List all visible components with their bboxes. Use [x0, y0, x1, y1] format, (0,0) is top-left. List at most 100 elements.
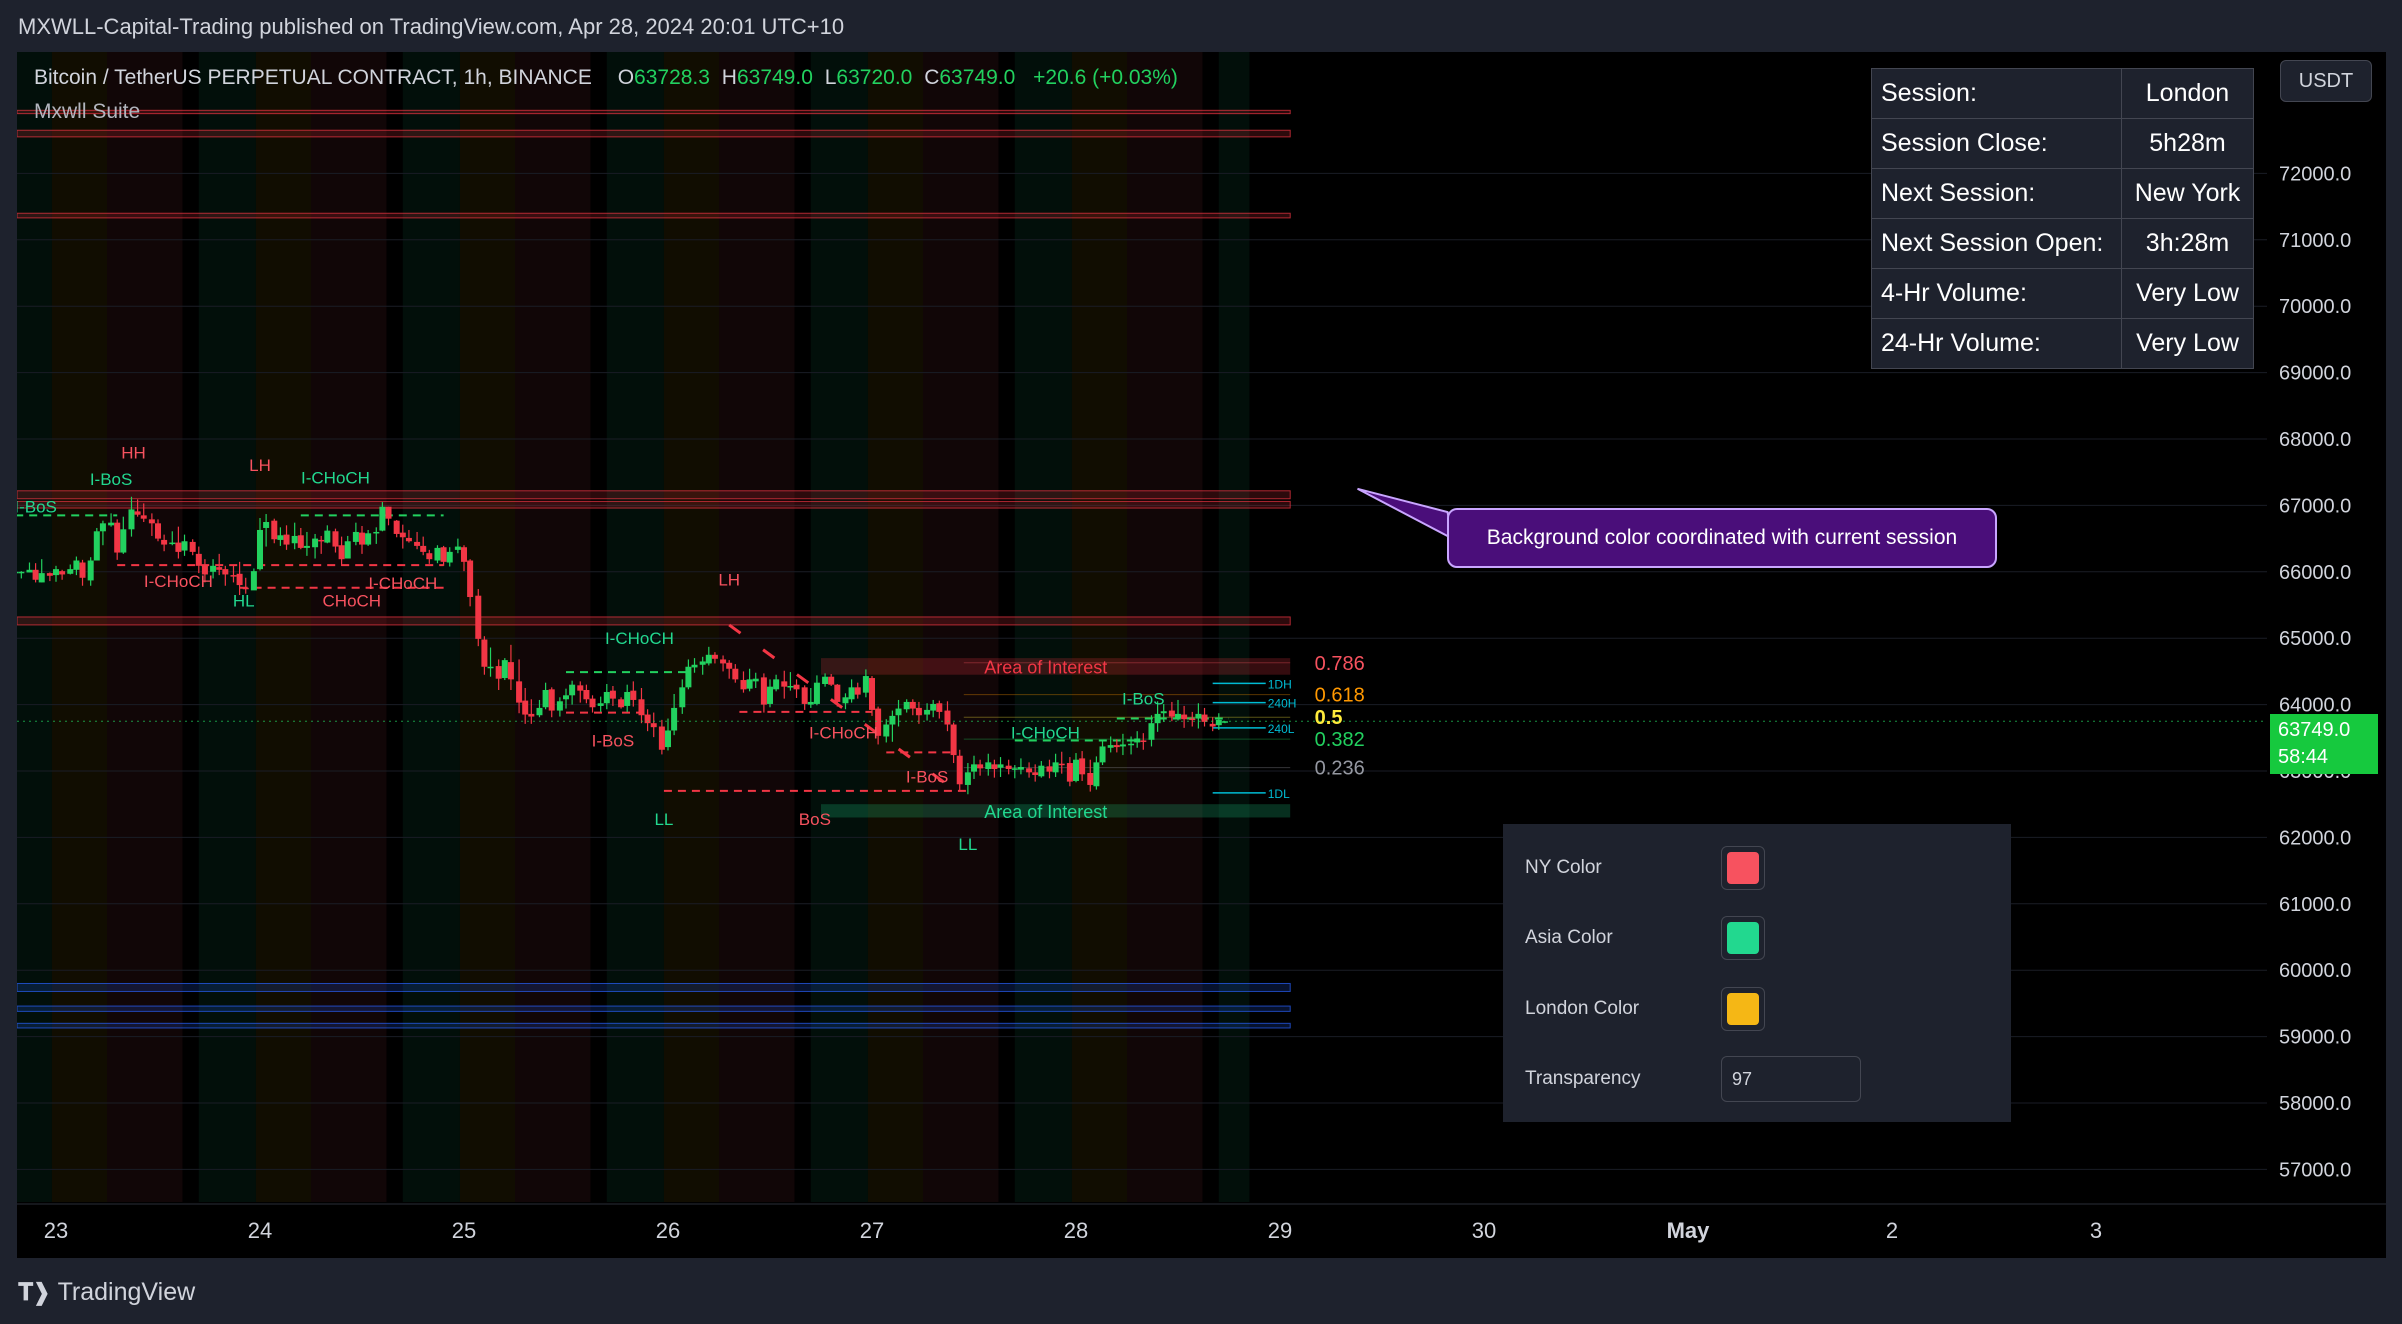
candle-body: [1017, 767, 1024, 770]
candle-body: [977, 764, 984, 769]
tradingview-logo[interactable]: 𝐓❱ TradingView: [18, 1278, 195, 1307]
structure-label: LL: [654, 810, 673, 829]
candle-body: [883, 724, 890, 737]
session-band: [515, 52, 591, 1202]
session-background: [17, 52, 1250, 1202]
candle-body: [542, 689, 549, 708]
ny-color-swatch[interactable]: [1721, 846, 1765, 890]
candle-body: [1140, 740, 1147, 742]
candle-body: [950, 724, 957, 756]
london-color-swatch[interactable]: [1721, 987, 1765, 1031]
candle-body: [1005, 765, 1012, 770]
footer-bar: 𝐓❱ TradingView: [0, 1258, 2402, 1324]
candle-body: [324, 530, 331, 543]
structure-label: HH: [121, 443, 146, 462]
candle-body: [303, 545, 310, 548]
candle-body: [17, 571, 19, 574]
session-band: [51, 52, 107, 1202]
london-color-fill: [1727, 993, 1759, 1025]
session-table: Session: London Session Close: 5h28m Next …: [1871, 68, 2254, 369]
candle-body: [801, 687, 808, 704]
candle-body: [257, 529, 263, 570]
volume-4hr-value: Very Low: [2121, 268, 2254, 319]
low-label: L: [824, 66, 837, 89]
candle-body: [507, 662, 514, 680]
indicator-name[interactable]: Mxwll Suite: [34, 100, 140, 124]
candle-body: [99, 523, 106, 532]
session-band: [1127, 52, 1203, 1202]
candle-body: [1079, 758, 1086, 775]
session-band: [810, 52, 868, 1202]
annotation-callout[interactable]: Background color coordinated with curren…: [1447, 508, 1997, 568]
candle-body: [359, 532, 365, 545]
session-value: London: [2121, 68, 2254, 119]
candle-body: [67, 569, 74, 574]
candle-body: [140, 515, 147, 519]
fib-label: 0.5: [1315, 707, 1343, 729]
candle-body: [454, 546, 461, 550]
candle-body: [1107, 745, 1114, 748]
candle-body: [53, 569, 59, 576]
candle-body: [169, 542, 176, 545]
candle-body: [746, 679, 753, 689]
candle-body: [944, 710, 951, 725]
structure-label: I-CHoCH: [605, 629, 674, 648]
price-tick-label: 60000.0: [2279, 960, 2351, 982]
candle-body: [338, 545, 345, 560]
candle-body: [1113, 745, 1120, 748]
session-band: [663, 52, 719, 1202]
session-band: [606, 52, 664, 1202]
close-value: 63749.0: [939, 66, 1016, 89]
candle-body: [842, 697, 849, 704]
candle-body: [93, 531, 100, 561]
candle-body: [1175, 713, 1181, 718]
candle-body: [1160, 711, 1167, 714]
candle-body: [971, 764, 977, 772]
callout-pointer: [1357, 487, 1454, 541]
candle-body: [699, 661, 706, 665]
time-tick-label: 24: [248, 1218, 272, 1243]
area-of-interest-label: Area of Interest: [984, 802, 1107, 822]
price-tick-label: 72000.0: [2279, 163, 2351, 185]
close-label: C: [924, 66, 940, 89]
structure-label: HL: [233, 591, 255, 610]
candle-body: [609, 690, 616, 699]
candle-body: [420, 545, 427, 552]
session-band: [923, 52, 999, 1202]
price-tick-label: 68000.0: [2279, 429, 2351, 451]
liquidity-zone: [17, 500, 1291, 509]
candle-body: [148, 519, 155, 524]
structure-label: I-BoS: [17, 498, 57, 517]
candle-body: [210, 565, 217, 572]
candle-body: [650, 723, 657, 728]
candle-body: [1032, 772, 1039, 775]
candle-body: [46, 573, 53, 576]
table-row: Next Session: New York: [1871, 168, 2254, 219]
transparency-input[interactable]: [1721, 1056, 1861, 1102]
candle-body: [834, 684, 841, 702]
candle-body: [495, 666, 502, 679]
transparency-row: Transparency: [1525, 1056, 1861, 1102]
structure-label: I-BoS: [592, 731, 635, 750]
candle-body: [263, 522, 270, 528]
candle-body: [32, 569, 39, 580]
session-band: [311, 52, 387, 1202]
ny-color-row: NY Color: [1525, 846, 1765, 890]
currency-button[interactable]: USDT: [2280, 60, 2372, 102]
price-tick-label: 67000.0: [2279, 495, 2351, 517]
publish-info: MXWLL-Capital-Trading published on Tradi…: [18, 14, 845, 39]
symbol-title[interactable]: Bitcoin / TetherUS PERPETUAL CONTRACT, 1…: [34, 66, 592, 89]
price-tick-label: 69000.0: [2279, 363, 2351, 385]
asia-color-swatch[interactable]: [1721, 916, 1765, 960]
candle-body: [216, 567, 223, 570]
candle-body: [1195, 713, 1202, 719]
candle-body: [1093, 762, 1100, 787]
candle-body: [1011, 768, 1018, 770]
candle-body: [822, 676, 829, 685]
candle-body: [773, 679, 780, 690]
candle-body: [73, 560, 80, 570]
candle-body: [120, 529, 127, 553]
candle-body: [181, 541, 188, 551]
table-row: Next Session Open: 3h:28m: [1871, 218, 2254, 269]
candle-body: [38, 573, 45, 583]
